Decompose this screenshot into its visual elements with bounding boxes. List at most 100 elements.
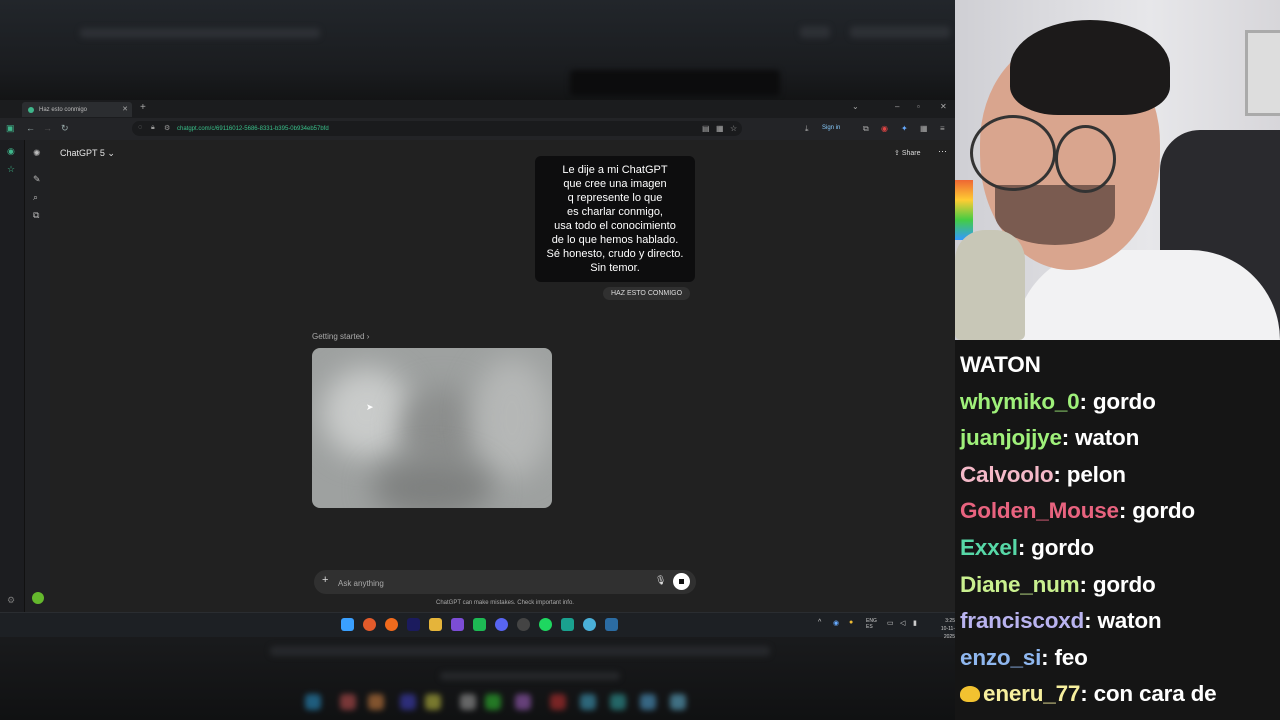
close-tab-icon[interactable]: ✕ <box>122 105 128 113</box>
screenshot-icon[interactable]: ▤ <box>702 124 710 133</box>
chat-message: Diane_num: gordo <box>960 572 1156 597</box>
chat-message: enzo_si: feo <box>960 645 1088 670</box>
panel-chat-icon[interactable]: ◉ <box>7 146 15 157</box>
browser-menu-icon[interactable]: ≡ <box>940 124 945 133</box>
image-text-line: Sin temor. <box>590 262 640 274</box>
chat-badge-icon <box>960 686 980 702</box>
generating-image-placeholder[interactable] <box>312 348 552 508</box>
chat-username[interactable]: Diane_num <box>960 572 1080 597</box>
chat-username[interactable]: Golden_Mouse <box>960 498 1119 523</box>
more-options-icon[interactable]: ⋯ <box>938 146 947 157</box>
image-text-line: q represente lo que <box>567 192 663 204</box>
obs-taskbar-icon[interactable] <box>517 618 530 631</box>
share-icon: ⇪ <box>894 150 900 157</box>
chat-username[interactable]: Calvoolo <box>960 462 1054 487</box>
extension-icon[interactable]: ⧉ <box>863 124 869 134</box>
shield-icon[interactable]: ◌ <box>138 124 142 131</box>
extension-blue-icon[interactable]: ✦ <box>901 124 908 133</box>
chat-username[interactable]: enzo_si <box>960 645 1041 670</box>
extension-red-icon[interactable]: ◉ <box>881 124 888 133</box>
chat-username[interactable]: Exxel <box>960 535 1018 560</box>
chat-username[interactable]: eneru_77 <box>983 681 1080 706</box>
image-text-line: usa todo el conocimiento <box>554 220 676 232</box>
site-settings-icon[interactable]: ⚙ <box>164 124 170 132</box>
discord-taskbar-icon[interactable] <box>495 618 508 631</box>
webcam-feed <box>955 0 1280 340</box>
chat-message: Exxel: gordo <box>960 535 1094 560</box>
composer: + 🎙︎ <box>314 570 696 594</box>
app-taskbar-icon[interactable] <box>451 618 464 631</box>
share-button[interactable]: ⇪ Share <box>894 149 921 157</box>
tab-list-icon[interactable]: ⌄ <box>852 102 859 111</box>
minimize-icon[interactable]: – <box>895 102 899 111</box>
chat-username[interactable]: whymiko_0 <box>960 389 1080 414</box>
prompt-input[interactable] <box>336 574 640 592</box>
panel-star-icon[interactable]: ☆ <box>7 164 15 175</box>
mouse-cursor-icon: ➤ <box>366 402 374 412</box>
image-text-line: de lo que hemos hablado. <box>551 234 679 246</box>
address-bar-row: ▣ ← → ↻ ◌ 🔒︎ ⚙ chatgpt.com/c/69116012-56… <box>0 118 955 141</box>
tray-app-icon[interactable]: ◉ <box>833 619 839 627</box>
volume-icon[interactable]: ◁ <box>900 619 905 627</box>
green-app-taskbar-icon[interactable] <box>473 618 486 631</box>
start-menu-icon[interactable] <box>341 618 354 631</box>
new-tab-icon[interactable]: + <box>140 102 146 113</box>
app3-taskbar-icon[interactable] <box>583 618 596 631</box>
microphone-icon[interactable]: 🎙︎ <box>655 575 666 586</box>
forward-icon[interactable]: → <box>43 123 52 133</box>
openai-logo-icon[interactable]: ✺ <box>33 148 41 159</box>
tab-bar: Haz esto conmigo ✕ + ⌄ – ▫ ✕ <box>0 100 955 118</box>
back-icon[interactable]: ← <box>26 123 35 133</box>
chat-main: ChatGPT 5 ⌄ ⇪ Share ⋯ Le dije a mi ChatG… <box>50 140 955 612</box>
maximize-icon[interactable]: ▫ <box>917 102 920 111</box>
add-attachment-icon[interactable]: + <box>322 574 328 586</box>
reload-icon[interactable]: ↻ <box>61 123 69 134</box>
tray-overflow-icon[interactable]: ^ <box>818 619 821 626</box>
image-text-line: Sé honesto, crudo y directo. <box>546 248 684 260</box>
user-uploaded-image[interactable]: Le dije a mi ChatGPT que cree una imagen… <box>535 156 695 282</box>
premiere-taskbar-icon[interactable] <box>407 618 420 631</box>
image-text-line: Le dije a mi ChatGPT <box>562 164 668 176</box>
file-explorer-taskbar-icon[interactable] <box>429 618 442 631</box>
user-avatar[interactable] <box>32 592 44 604</box>
sign-in-button[interactable]: Sign in <box>822 125 840 131</box>
user-message-bubble: HAZ ESTO CONMIGO <box>603 287 691 300</box>
lock-icon[interactable]: 🔒︎ <box>151 124 155 132</box>
url-field[interactable]: ◌ 🔒︎ ⚙ chatgpt.com/c/69116012-5686-8331-… <box>132 121 742 136</box>
chevron-down-icon: ⌄ <box>107 148 115 158</box>
language-indicator[interactable]: ENG ES <box>866 618 877 630</box>
display-icon[interactable]: ▭ <box>887 619 894 627</box>
tab-favicon-icon <box>28 106 34 113</box>
search-icon[interactable]: ⌕ <box>33 192 38 203</box>
stop-generating-button[interactable] <box>673 573 690 590</box>
chat-message: WATON <box>960 352 1041 377</box>
panel-settings-icon[interactable]: ⚙ <box>7 595 15 606</box>
search-taskbar-icon[interactable] <box>363 618 376 631</box>
steam-taskbar-icon[interactable] <box>605 618 618 631</box>
windows-taskbar: ^ ◉ ● ENG ES ▭ ◁ ▮ 3:25 10-11-2025 <box>0 612 955 640</box>
library-icon[interactable]: ⧉ <box>33 210 39 221</box>
new-chat-icon[interactable]: ✎ <box>33 174 41 185</box>
chat-message: juanjojjye: waton <box>960 425 1140 450</box>
chat-message: eneru_77: con cara de <box>960 681 1217 707</box>
chat-message: whymiko_0: gordo <box>960 389 1156 414</box>
close-window-icon[interactable]: ✕ <box>940 102 947 111</box>
sidebar-toggle-icon[interactable]: ▣ <box>6 123 15 134</box>
getting-started-label[interactable]: Getting started › <box>312 332 369 341</box>
browser-tab[interactable]: Haz esto conmigo ✕ <box>22 102 132 117</box>
tray-app2-icon[interactable]: ● <box>849 619 853 626</box>
chat-username[interactable]: franciscoxd <box>960 608 1084 633</box>
clock[interactable]: 3:25 10-11-2025 <box>930 617 955 641</box>
apps-icon[interactable]: ▦ <box>716 124 724 133</box>
chat-username[interactable]: juanjojjye <box>960 425 1062 450</box>
browser-side-panel: ◉ ☆ ⚙ <box>0 140 25 612</box>
extensions-menu-icon[interactable]: ▦ <box>920 124 928 133</box>
model-selector[interactable]: ChatGPT 5 ⌄ <box>60 148 115 159</box>
background-desktop-bottom <box>0 632 955 720</box>
bookmark-star-icon[interactable]: ☆ <box>730 124 737 133</box>
battery-icon[interactable]: ▮ <box>913 619 917 627</box>
app2-taskbar-icon[interactable] <box>561 618 574 631</box>
spotify-taskbar-icon[interactable] <box>539 618 552 631</box>
download-icon[interactable]: ⤓ <box>805 124 809 134</box>
browser-taskbar-icon[interactable] <box>385 618 398 631</box>
